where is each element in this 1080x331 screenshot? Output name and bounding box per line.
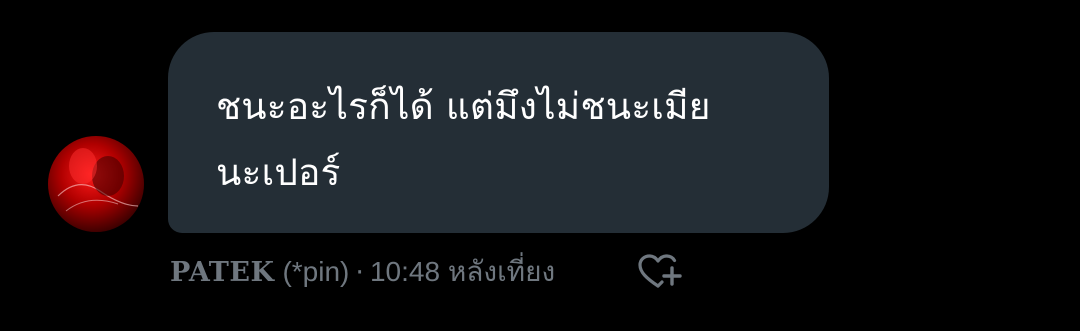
message-row: ชนะอะไรก็ได้ แต่มึงไม่ชนะเมีย นะเปอร์ PA… xyxy=(0,0,1080,331)
avatar[interactable] xyxy=(48,136,144,232)
message-timestamp: 10:48 หลังเที่ยง xyxy=(369,256,556,287)
sender-name[interactable]: PATEK xyxy=(170,257,274,288)
avatar-image xyxy=(48,136,144,232)
message-bubble[interactable]: ชนะอะไรก็ได้ แต่มึงไม่ชนะเมีย นะเปอร์ xyxy=(168,32,829,233)
add-reaction-button[interactable] xyxy=(636,252,684,292)
meta-separator: · xyxy=(355,256,364,288)
heart-plus-icon xyxy=(638,254,682,288)
sender-nickname: (*pin) xyxy=(282,256,350,287)
message-meta: PATEK (*pin) · 10:48 หลังเที่ยง xyxy=(170,250,555,294)
message-text: ชนะอะไรก็ได้ แต่มึงไม่ชนะเมีย นะเปอร์ xyxy=(216,85,711,194)
